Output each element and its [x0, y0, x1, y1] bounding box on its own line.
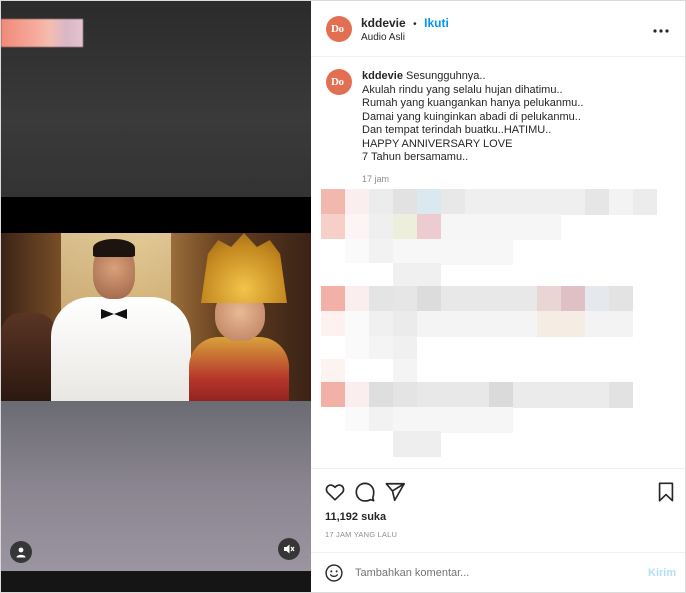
- post-actions: 11,192 suka 17 JAM YANG LALU: [311, 468, 685, 557]
- post-side-panel: Do kddevie • Ikuti Audio Asli Do kddevie: [311, 1, 685, 592]
- video-frame-wedding: [1, 233, 311, 401]
- follow-button[interactable]: Ikuti: [424, 16, 449, 30]
- video-blurred-bottom: [1, 401, 311, 571]
- post-dialog: Do kddevie • Ikuti Audio Asli Do kddevie: [0, 0, 686, 593]
- separator-dot: •: [413, 19, 417, 30]
- caption-username[interactable]: kddevie: [362, 70, 403, 82]
- username-link[interactable]: kddevie: [361, 16, 406, 30]
- caption-line: Sesungguhnya..: [406, 70, 486, 82]
- caption-line: Damai yang kuinginkan abadi di pelukanmu…: [362, 110, 581, 123]
- send-icon[interactable]: [384, 481, 406, 503]
- blurred-comment-row: [321, 189, 657, 215]
- caption-line: HAPPY ANNIVERSARY LOVE: [362, 137, 513, 150]
- blurred-comment-row: [321, 431, 441, 457]
- caption-text: kddevie Sesungguhnya.. Akulah rindu yang…: [362, 70, 583, 184]
- video-letterbox-top: [1, 197, 311, 233]
- bride-crown: [201, 233, 287, 303]
- smiley-icon[interactable]: [324, 563, 346, 585]
- guest-figure: [1, 313, 56, 401]
- speaker-muted-icon[interactable]: [278, 538, 300, 560]
- post-timestamp[interactable]: 17 JAM YANG LALU: [325, 530, 397, 539]
- caption-line: Dan tempat terindah buatku..HATIMU..: [362, 124, 552, 136]
- bookmark-icon[interactable]: [656, 481, 678, 503]
- video-letterbox-bottom: [1, 571, 311, 592]
- blurred-comment-row: [321, 239, 513, 265]
- comment-input[interactable]: [355, 563, 625, 583]
- post-media-video[interactable]: [1, 1, 311, 592]
- user-tag-icon[interactable]: [10, 541, 32, 563]
- more-horizontal-icon[interactable]: [653, 21, 673, 33]
- groom-hair: [93, 239, 135, 257]
- header-user-row: kddevie • Ikuti: [361, 14, 449, 32]
- blurred-overlay: [1, 19, 83, 47]
- caption-line: 7 Tahun bersamamu..: [362, 151, 469, 163]
- caption-avatar[interactable]: Do: [326, 69, 352, 95]
- heart-icon[interactable]: [324, 481, 346, 503]
- blurred-comment-row: [321, 382, 633, 408]
- bride-dress: [189, 337, 289, 401]
- caption-line: Rumah yang kuangankan hanya pelukanmu..: [362, 97, 584, 109]
- post-header: Do kddevie • Ikuti Audio Asli: [311, 1, 685, 57]
- blurred-comment-row: [321, 214, 561, 240]
- post-comment-button[interactable]: Kirim: [648, 567, 676, 579]
- caption-time[interactable]: 17 jam: [362, 174, 583, 184]
- blurred-comment-row: [321, 286, 633, 312]
- blurred-comment-row: [321, 407, 513, 433]
- audio-link[interactable]: Audio Asli: [361, 32, 405, 43]
- caption-first-line: kddevie Sesungguhnya..: [362, 70, 583, 84]
- likes-count[interactable]: 11,192 suka: [325, 511, 386, 523]
- blurred-comment-row: [321, 311, 633, 337]
- comment-form: Kirim: [311, 552, 685, 592]
- comment-icon[interactable]: [354, 481, 376, 503]
- avatar[interactable]: Do: [326, 16, 352, 42]
- caption-line: Akulah rindu yang selalu hujan dihatimu.…: [362, 83, 563, 96]
